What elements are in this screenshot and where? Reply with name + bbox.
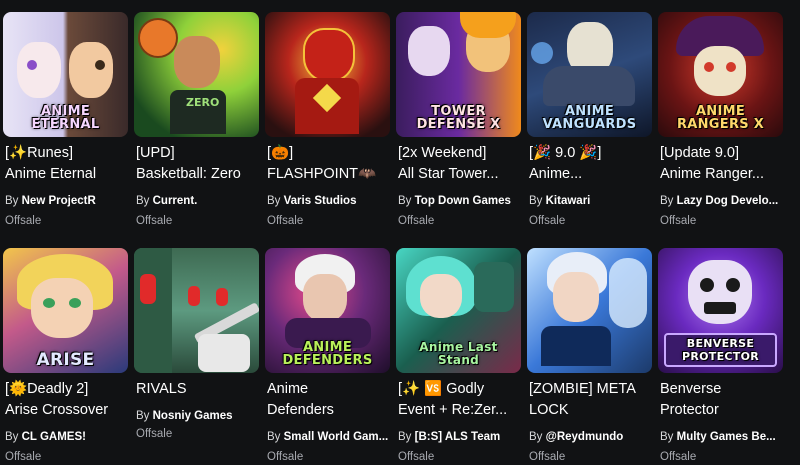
game-title[interactable]: Benverse Protector [660,379,783,421]
game-status: Offsale [5,451,42,463]
game-title[interactable]: [✨ 🆚 Godly Event + Re:Zer... [398,379,521,421]
game-status: Offsale [529,215,566,227]
game-creator[interactable]: By [B:S] ALS Team [398,429,521,445]
game-thumbnail[interactable]: ANIME ETERNAL [3,12,128,137]
game-thumbnail[interactable] [134,248,259,373]
game-status: Offsale [398,215,435,227]
game-creator[interactable]: By Current. [136,193,259,209]
game-status: Offsale [660,215,697,227]
game-creator[interactable]: By Nosniy Games [136,408,259,424]
game-creator[interactable]: By Small World Gam... [267,429,390,445]
game-thumbnail[interactable]: TOWER DEFENSE X [396,12,521,137]
game-creator[interactable]: By New ProjectR [5,193,128,209]
game-creator[interactable]: By CL GAMES! [5,429,128,445]
game-creator[interactable]: By @Reydmundo [529,429,652,445]
game-logo: ANIME DEFENDERS [282,340,373,368]
game-logo: BENVERSE PROTECTOR [664,333,777,367]
game-logo: ANIME VANGUARDS [542,104,637,132]
game-creator[interactable]: By Varis Studios [267,193,390,209]
game-thumbnail[interactable]: ARISE [3,248,128,373]
game-thumbnail[interactable] [527,248,652,373]
game-title[interactable]: [✨Runes] Anime Eternal [5,143,128,185]
jersey-icon: ZERO [186,96,220,109]
game-title[interactable]: [2x Weekend] All Star Tower... [398,143,521,185]
game-title[interactable]: [🎉 9.0 🎉] Anime... [529,143,652,185]
game-thumbnail[interactable] [265,12,390,137]
game-thumbnail[interactable]: ANIME DEFENDERS [265,248,390,373]
game-creator[interactable]: By Lazy Dog Develo... [660,193,783,209]
game-status: Offsale [136,428,173,440]
game-title[interactable]: [🎃] FLASHPOINT🦇 [267,143,390,185]
game-title[interactable]: [UPD] Basketball: Zero [136,143,259,185]
game-status: Offsale [398,451,435,463]
game-status: Offsale [660,451,697,463]
game-thumbnail[interactable]: BENVERSE PROTECTOR [658,248,783,373]
game-status: Offsale [136,215,173,227]
game-status: Offsale [267,215,304,227]
game-status: Offsale [5,215,42,227]
game-thumbnail[interactable]: ANIME VANGUARDS [527,12,652,137]
game-title[interactable]: RIVALS [136,379,259,400]
game-status: Offsale [529,451,566,463]
game-thumbnail[interactable]: ZERO [134,12,259,137]
game-title[interactable]: [Update 9.0] Anime Ranger... [660,143,783,185]
game-logo: Anime Last Stand [419,340,498,367]
game-title[interactable]: Anime Defenders [267,379,390,421]
game-creator[interactable]: By Multy Games Be... [660,429,783,445]
game-logo: ARISE [36,350,95,370]
game-creator[interactable]: By Kitawari [529,193,652,209]
game-title[interactable]: [ZOMBIE] META LOCK [529,379,652,421]
game-logo: ANIME RANGERS X [676,104,765,132]
game-title[interactable]: [🌞Deadly 2] Arise Crossover [5,379,128,421]
game-status: Offsale [267,451,304,463]
game-grid: ANIME ETERNAL [✨Runes] Anime Eternal By … [0,0,800,463]
game-thumbnail[interactable]: Anime Last Stand [396,248,521,373]
game-creator[interactable]: By Top Down Games [398,193,521,209]
game-thumbnail[interactable]: ANIME RANGERS X [658,12,783,137]
game-logo: ANIME ETERNAL [31,104,100,132]
game-logo: TOWER DEFENSE X [416,104,501,132]
